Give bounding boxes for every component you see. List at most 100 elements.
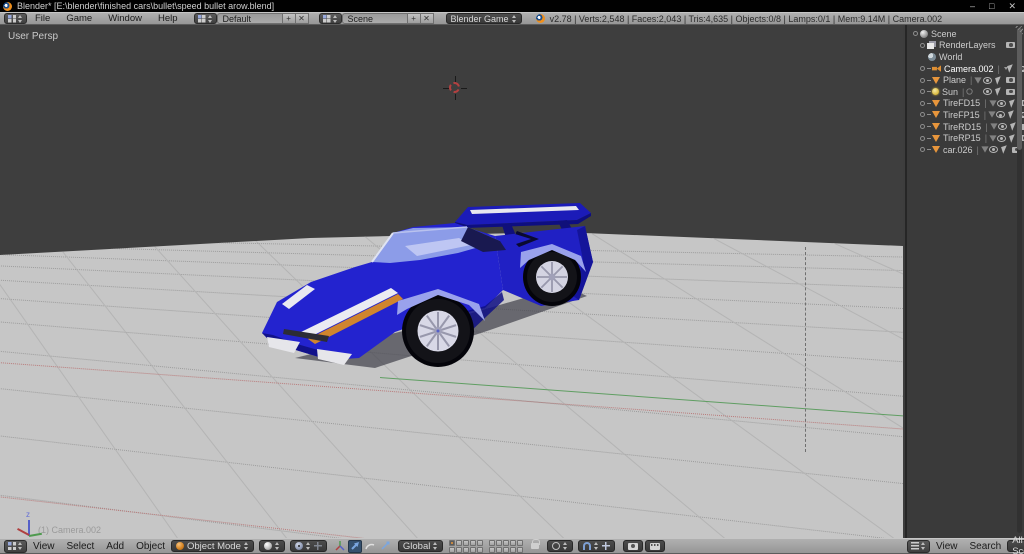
manipulate-centers-icon[interactable] [313,542,322,550]
outliner-row-sun[interactable]: Sun | [920,86,1024,98]
layer-toggle[interactable] [477,546,484,553]
outliner-row-tirefp15[interactable]: TireFP15 | [920,109,1024,121]
layer-toggle[interactable] [489,539,496,546]
render-toggle-icon[interactable] [1006,88,1015,95]
menu-view[interactable]: View [27,541,61,552]
editor-type-button[interactable] [4,13,27,24]
mesh-data-icon[interactable] [974,77,982,84]
expand-toggle[interactable] [920,42,925,48]
menu-search[interactable]: Search [964,541,1008,552]
menu-help[interactable]: Help [150,13,186,24]
menu-game[interactable]: Game [58,13,100,24]
expand-toggle[interactable] [920,135,925,141]
menu-object[interactable]: Object [130,541,171,552]
snap-dropdown[interactable] [578,540,616,552]
scene-browse-button[interactable] [318,13,342,24]
lock-to-scene-icon[interactable] [531,539,541,549]
outliner-row-camera[interactable]: Camera.002 | [920,63,1024,75]
close-layout-button[interactable]: ✕ [295,13,309,24]
transform-orientation-dropdown[interactable]: Global [397,540,444,552]
visibility-toggle-icon[interactable] [997,134,1007,142]
layer-toggle[interactable] [489,546,496,553]
outliner-row-tirefd15[interactable]: TireFD15 | [920,98,1024,110]
minimize-button[interactable]: – [970,1,975,12]
scrollbar-thumb[interactable] [1017,28,1022,150]
layer-toggle[interactable] [503,539,510,546]
mesh-data-icon[interactable] [989,123,998,130]
menu-add[interactable]: Add [100,541,130,552]
display-mode-dropdown[interactable]: All Scenes [1007,535,1024,554]
translate-manipulator-button[interactable] [347,539,362,553]
outliner-row-car026[interactable]: car.026 | [920,144,1024,156]
layer-toggle[interactable] [449,539,456,546]
layer-toggle[interactable] [463,546,470,553]
editor-type-button[interactable] [907,539,930,553]
viewport-shading-dropdown[interactable] [258,540,285,552]
outliner-row-tirerp15[interactable]: TireRP15 | [920,132,1024,144]
3d-viewport[interactable]: User Persp (1) Camera.002 z [0,25,903,538]
close-scene-button[interactable]: ✕ [420,13,434,24]
layer-toggle[interactable] [470,539,477,546]
screen-layout-field[interactable]: Default [216,13,283,24]
opengl-render-button[interactable] [623,540,644,552]
lamp-data-icon[interactable] [966,88,974,95]
outliner-row-world[interactable]: World [920,51,1024,63]
mode-dropdown[interactable]: Object Mode [171,540,254,552]
menu-file[interactable]: File [27,13,58,24]
expand-toggle[interactable] [920,66,925,72]
pivot-point-dropdown[interactable] [289,540,327,552]
layer-toggle[interactable] [517,539,524,546]
visibility-toggle-icon[interactable] [997,123,1007,131]
expand-toggle[interactable] [920,89,925,95]
selectable-toggle-icon[interactable] [1008,99,1017,108]
layer-toggle[interactable] [456,539,463,546]
proportional-editing-dropdown[interactable] [547,540,574,552]
layer-toggle[interactable] [510,546,517,553]
selectable-toggle-icon[interactable] [1009,133,1017,143]
layer-toggle[interactable] [496,546,503,553]
mesh-data-icon[interactable] [988,111,996,119]
visibility-toggle-icon[interactable] [988,146,998,154]
mesh-data-icon[interactable] [988,100,997,107]
selectable-toggle-icon[interactable] [1006,64,1015,73]
add-scene-button[interactable]: + [407,13,421,24]
layer-toggle[interactable] [449,546,456,553]
outliner-row-plane[interactable]: Plane | [920,74,1024,86]
render-engine-dropdown[interactable]: Blender Game [445,13,522,24]
add-layout-button[interactable]: + [282,13,296,24]
layer-toggle[interactable] [517,546,524,553]
layer-toggle[interactable] [477,539,484,546]
outliner-row-renderlayers[interactable]: RenderLayers [920,40,1024,52]
render-toggle-icon[interactable] [1006,77,1015,84]
editor-type-button[interactable] [4,539,27,553]
expand-toggle[interactable] [920,112,925,118]
mesh-data-icon[interactable] [989,134,997,142]
3d-cursor[interactable] [443,76,467,100]
scene-field[interactable]: Scene [341,13,408,24]
close-button[interactable]: ✕ [1008,1,1016,12]
maximize-button[interactable]: □ [989,1,994,12]
outliner-scrollbar[interactable] [1017,28,1022,533]
layer-toggle[interactable] [503,546,510,553]
screen-layout-browse-button[interactable] [193,13,217,24]
scale-manipulator-button[interactable] [378,540,392,553]
visibility-toggle-icon[interactable] [996,99,1006,107]
mesh-data-icon[interactable] [981,146,989,153]
layer-toggle[interactable] [510,539,517,546]
expand-toggle[interactable] [920,77,925,83]
car-model[interactable] [255,200,600,375]
visibility-toggle-icon[interactable] [983,88,992,96]
outliner-row-tirerd15[interactable]: TireRD15 | [920,121,1024,133]
expand-toggle[interactable] [920,147,925,153]
layer-toggle[interactable] [463,539,470,546]
outliner-row-scene[interactable]: Scene [913,28,1024,40]
rotate-manipulator-button[interactable] [363,540,377,553]
selectable-toggle-icon[interactable] [1000,145,1009,154]
manipulator-axis-button[interactable] [333,540,347,553]
layer-toggle[interactable] [456,546,463,553]
visibility-toggle-icon[interactable] [983,76,992,84]
menu-view[interactable]: View [930,541,964,552]
layer-toggle[interactable] [470,546,477,553]
selectable-toggle-icon[interactable] [995,75,1003,85]
selectable-toggle-icon[interactable] [1008,110,1016,120]
